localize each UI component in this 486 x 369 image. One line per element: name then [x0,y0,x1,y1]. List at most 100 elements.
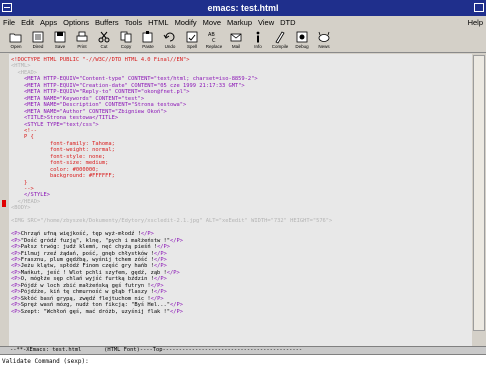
window-menu-icon[interactable] [2,3,12,12]
menu-tools[interactable]: Tools [122,18,146,27]
buffer-line: background: #FFFFFF; [11,173,115,179]
info-icon [256,31,260,43]
buffer-line: <P>Chrząń ufną więjkość, tęp wyż-młodź !… [11,231,154,237]
buffer-line: <P>Filmuj rzeź żądań, pość, gnęb chłystk… [11,251,167,257]
buffer-text: <STYLE TYPE="text/css"> [11,121,99,128]
menu-edit[interactable]: Edit [18,18,37,27]
scrollbar-thumb[interactable] [473,55,485,331]
buffer-text: <HTML> [11,63,31,70]
buffer-line: </STYLE> [11,192,50,198]
maximize-icon[interactable] [474,3,484,12]
menu-apps[interactable]: Apps [37,18,60,27]
buffer-line: <!DOCTYPE HTML PUBLIC "-//W3C//DTD HTML … [11,57,190,63]
buffer-line: color: #000000; [11,167,99,173]
buffer-text: <P> [11,231,21,238]
buffer-text: <P> [11,269,21,276]
debug-icon [296,31,308,43]
copy-icon [120,31,132,43]
menu-dtd[interactable]: DTD [277,18,298,27]
buffer-text: font-size: medium; [11,160,109,167]
editor-buffer[interactable]: <!DOCTYPE HTML PUBLIC "-//W3C//DTD HTML … [9,54,472,346]
minibuffer[interactable]: Validate Command (sexp): [0,355,486,369]
info-button[interactable]: Info [247,29,269,52]
menu-modify[interactable]: Modify [172,18,200,27]
menu-help[interactable]: Help [468,18,483,27]
buffer-text: Pałsz trwóg: judź klemń, nęć chyżą pieśń… [20,244,158,251]
save-button[interactable]: Save [49,29,71,52]
news-button[interactable]: News [313,29,335,52]
buffer-text: Jeżu klątw, spłódź Finom część gry hańb … [20,263,154,270]
window-title: emacs: test.html [207,3,279,13]
buffer-line: font-weight: normal; [11,147,115,153]
buffer-line: <P>Jeżu klątw, spłódź Finom część gry ha… [11,263,167,269]
buffer-text: font-style: none; [11,153,106,160]
emacs-window: emacs: test.html File Edit Apps Options … [0,0,486,369]
buffer-text: <META HTTP-EQUIV="Reply-to" CONTENT="oko… [11,89,190,96]
cut-button[interactable]: Cut [93,29,115,52]
menu-view[interactable]: View [255,18,277,27]
open-button[interactable]: Open [5,29,27,52]
compile-button[interactable]: Compile [269,29,291,52]
undo-button[interactable]: Undo [159,29,181,52]
buffer-text: Pójdź w loch zbić małżeńską gęś futryn ! [20,282,151,289]
buffer-text: P { [11,134,34,141]
menu-buffers[interactable]: Buffers [92,18,122,27]
print-button[interactable]: Print [71,29,93,52]
buffer-line: <META HTTP-EQUIV="Reply-to" CONTENT="oko… [11,89,190,95]
buffer-text: Szept: "Wchłoń gęś, mać dróżb, uzyśnij f… [20,308,171,315]
mail-button[interactable]: Mail [225,29,247,52]
buffer-text: <META HTTP-EQUIV="Creation-date" CONTENT… [11,82,245,89]
debug-button[interactable]: Debug [291,29,313,52]
buffer-line: <IMG SRC="/home/zbyszek/Dokumenty/Edytor… [11,218,332,224]
compile-icon [275,31,285,44]
buffer-text: <META NAME="Description" CONTENT="Strona… [11,102,187,109]
buffer-text: "Dość gródź fuzją", klnę, "pych i małżeń… [20,237,171,244]
buffer-text: </P> [170,302,184,309]
buffer-line: <P>O, mógłże sęp chlań wyjść furtką bźdz… [11,276,167,282]
buffer-text: <BODY> [11,205,31,212]
buffer-line: <META HTTP-EQUIV="Creation-date" CONTENT… [11,83,245,89]
paste-icon [142,31,153,43]
buffer-line: --> [11,186,34,192]
printer-icon [76,31,88,42]
menu-markup[interactable]: Markup [224,18,255,27]
buffer-text: </P> [153,289,167,296]
buffer-text: } [11,179,28,186]
buffer-line: <HEAD> [11,70,36,76]
buffer-line: <P>Mańkut, jeść ! Wlot pchli szyfem, gęd… [11,270,180,276]
menu-move[interactable]: Move [200,18,224,27]
buffer-line: <META NAME="Author" CONTENT="Zbigniew Ok… [11,109,167,115]
title-bar[interactable]: emacs: test.html [0,0,486,16]
replace-icon: ABC [208,32,216,44]
buffer-text: <P> [11,308,21,315]
buffer-text: O, mógłże sęp chlań wyjść furtką bździn … [20,276,154,283]
toolbar: Open Dired Save Print Cut Copy Paste Und… [0,29,486,53]
buffer-line: <P>Pałsz trwóg: judź klemń, nęć chyżą pi… [11,244,170,250]
buffer-line: <META HTTP-EQUIV="Content-type" CONTENT=… [11,76,258,82]
vertical-scrollbar[interactable] [472,54,486,346]
buffer-line: </HEAD> [11,199,40,205]
menu-file[interactable]: File [0,18,18,27]
buffer-text: </P> [157,244,171,251]
mode-line: --**-XEmacs: test.html (HTML Font)----To… [0,346,486,355]
buffer-text: <P> [11,244,21,251]
buffer-text: <P> [11,295,21,302]
buffer-text: font-family: Tahoma; [11,140,115,147]
buffer-text: </P> [140,231,154,238]
dired-button[interactable]: Dired [27,29,49,52]
editor-gutter [0,54,9,346]
buffer-line: <META NAME="Keywords" CONTENT="test"> [11,96,144,102]
copy-button[interactable]: Copy [115,29,137,52]
buffer-line: <P>Pójdź w loch zbić małżeńską gęś futry… [11,283,164,289]
buffer-line: <P>Skłóć basń grypą, zwędź flejtuchom ni… [11,296,164,302]
menu-options[interactable]: Options [60,18,92,27]
news-icon [318,31,330,42]
spell-button[interactable]: Spell [181,29,203,52]
buffer-line: <!-- [11,128,37,134]
paste-button[interactable]: Paste [137,29,159,52]
buffer-text: </P> [166,269,180,276]
cursor-marker [2,200,6,207]
buffer-text: </P> [150,295,164,302]
replace-button[interactable]: AB C Replace [203,29,225,52]
menu-html[interactable]: HTML [145,18,171,27]
